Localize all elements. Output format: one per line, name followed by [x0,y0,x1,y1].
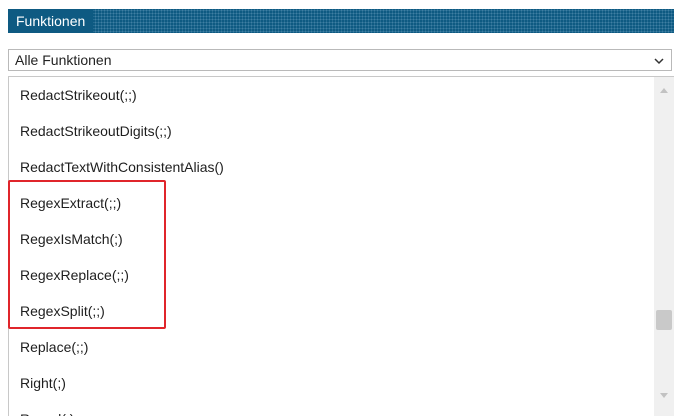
functions-header: Funktionen [8,9,674,33]
scrollbar-thumb[interactable] [656,310,672,330]
chevron-down-icon[interactable] [651,50,667,71]
list-item[interactable]: RedactStrikeout(;;) [20,81,137,109]
scroll-down-icon[interactable] [654,387,674,405]
list-item[interactable]: RedactStrikeoutDigits(;;) [20,117,172,145]
list-item[interactable]: Round(;) [20,405,74,416]
scroll-up-icon[interactable] [654,81,674,99]
regex-functions-highlight [8,180,166,329]
list-item[interactable]: Right(;) [20,369,66,397]
function-category-dropdown[interactable]: Alle Funktionen [8,49,672,71]
function-category-value: Alle Funktionen [15,52,112,68]
list-item[interactable]: Replace(;;) [20,333,88,361]
functions-panel: Funktionen Alle Funktionen RedactStrikeo… [0,0,674,416]
functions-title: Funktionen [8,9,94,33]
list-item[interactable]: RedactTextWithConsistentAlias() [20,153,224,181]
function-list-scrollbar[interactable] [654,77,674,416]
